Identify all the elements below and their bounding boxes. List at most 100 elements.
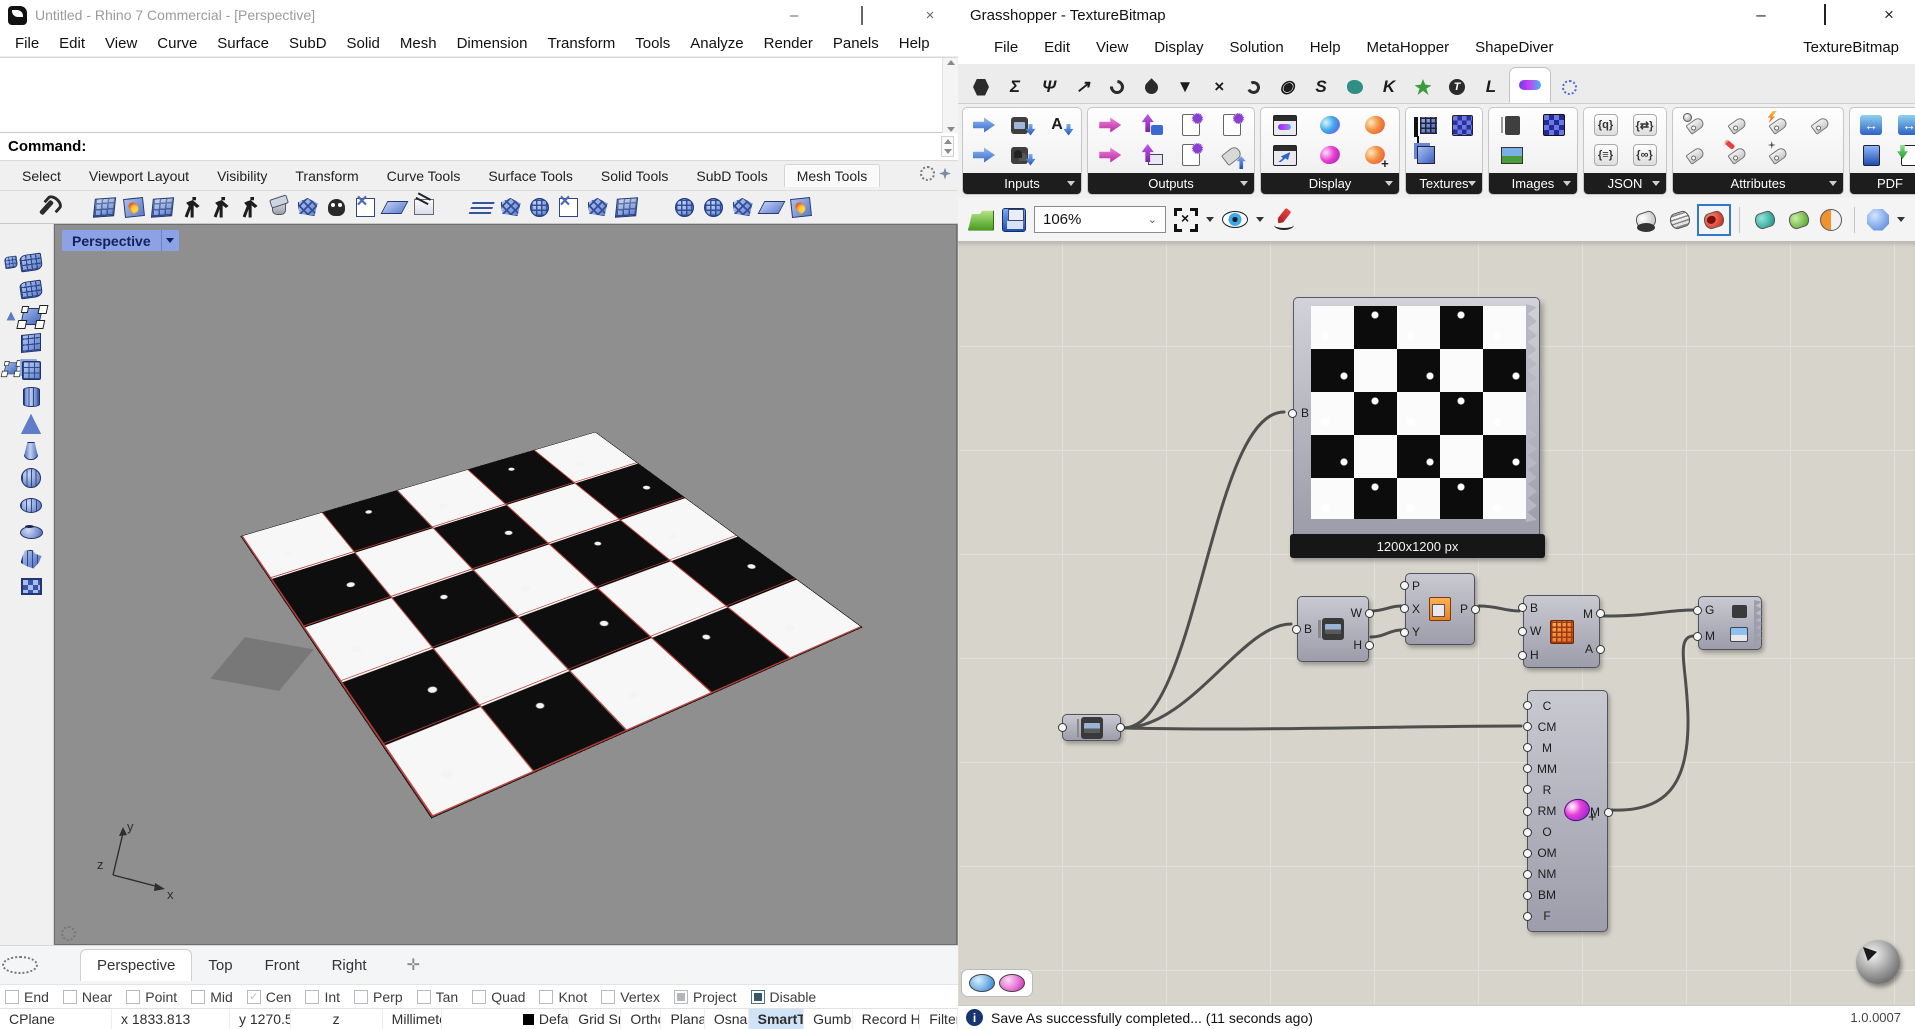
grasshopper-canvas[interactable]: 1200x1200 px B B WH <box>958 242 1915 1005</box>
component-icon[interactable] <box>1220 113 1244 137</box>
mesh-primitive-icon[interactable] <box>18 574 44 598</box>
mesh-tool-icon[interactable] <box>4 194 31 221</box>
component-icon[interactable] <box>1414 113 1438 137</box>
wireframe-preview-icon[interactable] <box>1667 208 1693 232</box>
component-icon[interactable] <box>1859 143 1883 167</box>
input-port[interactable] <box>1523 743 1532 752</box>
selection-caret[interactable] <box>1897 217 1905 222</box>
maximize-button[interactable] <box>861 6 863 25</box>
rhino-menu-item[interactable]: Render <box>755 33 822 54</box>
component-icon[interactable] <box>1414 143 1438 167</box>
component-icon[interactable] <box>1273 143 1297 167</box>
component-icon[interactable] <box>1684 113 1708 137</box>
status-segment[interactable]: z <box>291 1009 383 1029</box>
material-output-port[interactable] <box>1604 808 1613 817</box>
gh-menu-item[interactable]: Solution <box>1218 35 1294 60</box>
palette-group-label[interactable]: Textures <box>1406 173 1482 194</box>
input-port[interactable] <box>1518 603 1527 612</box>
mesh-tool-icon[interactable] <box>265 194 292 221</box>
rhino-menu-item[interactable]: Help <box>890 33 939 54</box>
status-segment[interactable]: x 1833.813 <box>112 1009 230 1029</box>
component-icon[interactable] <box>1098 113 1122 137</box>
category-tab-icon[interactable] <box>1134 71 1168 103</box>
osnap-toggle[interactable]: Knot <box>539 989 587 1005</box>
rhino-menu-item[interactable]: Surface <box>208 33 278 54</box>
pixel-point-node[interactable]: PXY P <box>1405 573 1475 645</box>
component-icon[interactable] <box>1273 113 1297 137</box>
toolbar-tab[interactable]: Select <box>10 165 73 187</box>
component-icon[interactable] <box>1725 143 1749 167</box>
status-segment[interactable]: Record Histo <box>853 1009 921 1029</box>
input-port[interactable] <box>1523 785 1532 794</box>
component-icon[interactable] <box>1011 147 1028 164</box>
status-segment[interactable]: Ortho <box>621 1009 661 1029</box>
component-icon[interactable] <box>1859 113 1883 137</box>
component-icon[interactable] <box>1542 113 1566 137</box>
component-icon[interactable] <box>972 113 996 137</box>
category-tab-icon[interactable] <box>1406 71 1440 103</box>
rhino-menu-item[interactable]: Tools <box>626 33 679 54</box>
component-icon[interactable] <box>972 143 996 167</box>
input-port[interactable] <box>1518 627 1527 636</box>
mesh-tool-icon[interactable] <box>497 194 524 221</box>
toolbar-tab[interactable]: Surface Tools <box>476 165 585 187</box>
viewport-tab[interactable]: Front <box>249 950 316 981</box>
texture-output-node[interactable]: GM <box>1698 596 1762 650</box>
toolbar-tab[interactable]: Solid Tools <box>589 165 680 187</box>
mesh-primitive-icon[interactable] <box>18 385 44 409</box>
gh-menu-item[interactable]: ShapeDiver <box>1464 35 1564 60</box>
status-segment[interactable]: SmartTra <box>749 1009 805 1029</box>
input-port[interactable] <box>1518 651 1527 660</box>
osnap-toggle[interactable]: Tan <box>417 989 459 1005</box>
component-icon[interactable] <box>1049 117 1066 134</box>
mesh-tool-icon[interactable] <box>584 194 611 221</box>
osnap-checkbox[interactable] <box>247 990 261 1004</box>
mesh-tool-icon[interactable] <box>671 194 698 221</box>
rhino-menu-item[interactable]: Panels <box>824 33 888 54</box>
mesh-tool-icon[interactable] <box>178 194 205 221</box>
no-preview-icon[interactable] <box>1633 208 1659 232</box>
osnap-checkbox[interactable] <box>674 990 688 1004</box>
sidebar-mini-icon[interactable] <box>5 256 18 267</box>
osnap-toggle[interactable]: Mid <box>191 989 233 1005</box>
blue-preview-ball-icon[interactable] <box>969 974 995 992</box>
status-segment[interactable]: y 1270.560 <box>230 1009 291 1029</box>
input-port[interactable] <box>1400 604 1409 613</box>
palette-group-label[interactable]: Inputs <box>963 173 1081 194</box>
component-icon[interactable] <box>1897 113 1915 137</box>
sidebar-mini-icon[interactable] <box>5 310 18 321</box>
command-history[interactable] <box>0 57 958 133</box>
category-tab-icon[interactable] <box>1100 71 1134 103</box>
category-tab-icon[interactable] <box>964 71 998 103</box>
input-port[interactable] <box>1292 625 1301 634</box>
osnap-checkbox[interactable] <box>63 990 77 1004</box>
toolbar-tab[interactable]: Curve Tools <box>375 165 473 187</box>
category-tab-icon[interactable]: K <box>1372 71 1406 103</box>
mesh-primitive-icon[interactable] <box>18 412 44 436</box>
osnap-toggle[interactable]: Project <box>674 989 737 1005</box>
category-tab-icon[interactable]: ↗ <box>1066 71 1100 103</box>
zoom-level-select[interactable]: 106% ⌄ <box>1034 206 1166 233</box>
osnap-toggle[interactable]: Point <box>126 989 177 1005</box>
status-segment[interactable]: Default <box>514 1009 569 1029</box>
gh-menu-item[interactable]: Edit <box>1033 35 1081 60</box>
mesh-tool-icon[interactable] <box>294 194 321 221</box>
osnap-toggle[interactable]: Perp <box>354 989 403 1005</box>
add-viewport-icon[interactable]: ✛ <box>399 955 428 975</box>
input-port[interactable] <box>1693 606 1702 615</box>
output-port[interactable] <box>1471 605 1480 614</box>
mesh-tool-icon[interactable] <box>149 194 176 221</box>
zoom-extents-caret[interactable] <box>1206 217 1214 222</box>
material-node[interactable]: CCMMMMRRMOOMNMBMF M <box>1527 690 1608 932</box>
open-file-icon[interactable] <box>968 209 994 231</box>
gh-menu-item[interactable]: File <box>983 35 1029 60</box>
mesh-tool-icon[interactable] <box>410 194 437 221</box>
close-button[interactable]: × <box>920 7 940 24</box>
output-port[interactable] <box>1596 609 1605 618</box>
viewport-tabs-gear-icon[interactable] <box>2 956 38 974</box>
component-icon[interactable] <box>1767 143 1791 167</box>
toolbar-tab[interactable]: Transform <box>283 165 370 187</box>
mesh-tool-icon[interactable] <box>468 194 495 221</box>
osnap-checkbox[interactable] <box>126 990 140 1004</box>
mesh-tool-icon[interactable] <box>236 194 263 221</box>
